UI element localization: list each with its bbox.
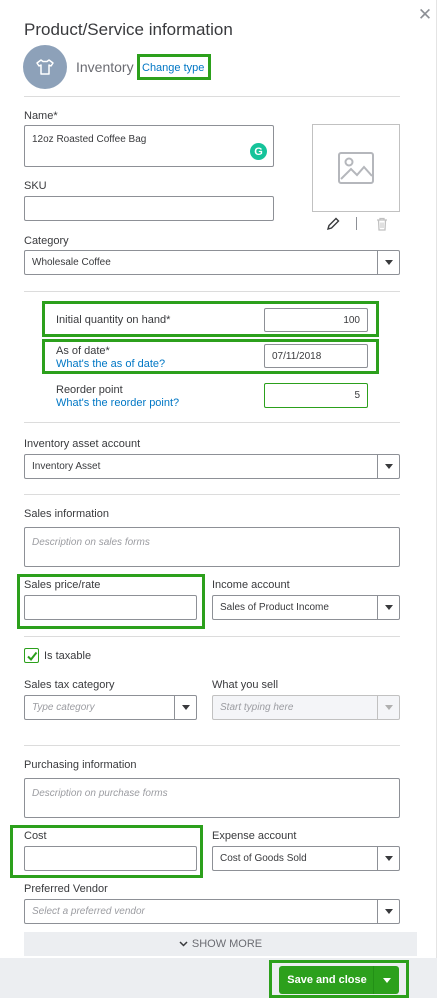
- chevron-down-icon[interactable]: [377, 900, 399, 923]
- name-label: Name*: [24, 110, 58, 122]
- cost-label: Cost: [24, 830, 47, 842]
- expense-account-select[interactable]: Cost of Goods Sold: [212, 846, 400, 871]
- asset-account-select[interactable]: Inventory Asset: [24, 454, 400, 479]
- tax-category-placeholder: Type category: [32, 702, 95, 713]
- divider: [24, 494, 400, 495]
- image-icon: [338, 152, 374, 184]
- name-value: 12oz Roasted Coffee Bag: [32, 134, 147, 145]
- what-you-sell-select: Start typing here: [212, 695, 400, 720]
- as-of-date-label: As of date*: [56, 345, 110, 357]
- trash-icon[interactable]: [374, 216, 390, 232]
- name-input[interactable]: 12oz Roasted Coffee Bag: [24, 125, 274, 167]
- purchase-description-textarea[interactable]: Description on purchase forms: [24, 778, 400, 818]
- expense-account-value: Cost of Goods Sold: [220, 853, 307, 864]
- shirt-icon: [36, 59, 54, 75]
- sales-price-label: Sales price/rate: [24, 579, 101, 591]
- show-more-label: SHOW MORE: [191, 938, 263, 950]
- chevron-down-icon: [382, 977, 391, 983]
- preferred-vendor-select[interactable]: Select a preferred vendor: [24, 899, 400, 924]
- sales-description-textarea[interactable]: Description on sales forms: [24, 527, 400, 567]
- cost-input[interactable]: [24, 846, 197, 871]
- income-account-value: Sales of Product Income: [220, 602, 329, 613]
- as-of-date-help-link[interactable]: What's the as of date?: [56, 358, 165, 370]
- divider: [24, 422, 400, 423]
- icon-separator: [356, 217, 357, 230]
- reorder-point-input[interactable]: 5: [264, 383, 368, 408]
- sku-label: SKU: [24, 180, 47, 192]
- product-service-panel: Product/Service information ✕ Inventory …: [0, 0, 437, 998]
- chevron-down-icon[interactable]: [377, 847, 399, 870]
- divider: [24, 745, 400, 746]
- sales-price-input[interactable]: [24, 595, 197, 620]
- close-icon[interactable]: ✕: [417, 6, 433, 24]
- asset-account-label: Inventory asset account: [24, 438, 141, 450]
- chevron-down-icon: [179, 941, 188, 947]
- save-and-close-button[interactable]: Save and close: [279, 966, 399, 994]
- checkmark-icon: [26, 651, 37, 661]
- chevron-down-icon[interactable]: [377, 596, 399, 619]
- grammarly-icon[interactable]: G: [250, 143, 267, 160]
- is-taxable-checkbox[interactable]: [24, 648, 39, 663]
- what-you-sell-placeholder: Start typing here: [220, 702, 294, 713]
- category-select[interactable]: Wholesale Coffee: [24, 250, 400, 275]
- save-and-close-label: Save and close: [287, 974, 367, 986]
- sales-info-heading: Sales information: [24, 508, 109, 520]
- change-type-link[interactable]: Change type: [142, 62, 204, 74]
- divider: [24, 636, 400, 637]
- asset-account-value: Inventory Asset: [32, 461, 101, 472]
- tax-category-label: Sales tax category: [24, 679, 115, 691]
- chevron-down-icon[interactable]: [377, 455, 399, 478]
- divider: [24, 96, 400, 97]
- reorder-point-help-link[interactable]: What's the reorder point?: [56, 397, 179, 409]
- tax-category-select[interactable]: Type category: [24, 695, 197, 720]
- initial-qty-input[interactable]: 100: [264, 308, 368, 332]
- preferred-vendor-label: Preferred Vendor: [24, 883, 108, 895]
- as-of-date-input[interactable]: 07/11/2018: [264, 344, 368, 368]
- item-type-label: Inventory: [76, 59, 134, 75]
- income-account-select[interactable]: Sales of Product Income: [212, 595, 400, 620]
- reorder-point-label: Reorder point: [56, 384, 123, 396]
- show-more-button[interactable]: SHOW MORE: [24, 932, 417, 956]
- chevron-down-icon: [377, 696, 399, 719]
- product-image-placeholder[interactable]: [312, 124, 400, 212]
- income-account-label: Income account: [212, 579, 290, 591]
- expense-account-label: Expense account: [212, 830, 297, 842]
- category-label: Category: [24, 235, 69, 247]
- preferred-vendor-placeholder: Select a preferred vendor: [32, 906, 145, 917]
- chevron-down-icon[interactable]: [174, 696, 196, 719]
- save-options-dropdown[interactable]: [373, 966, 399, 994]
- divider: [24, 291, 400, 292]
- initial-qty-label: Initial quantity on hand*: [56, 314, 171, 326]
- chevron-down-icon[interactable]: [377, 251, 399, 274]
- edit-pencil-icon[interactable]: [325, 216, 341, 232]
- category-value: Wholesale Coffee: [32, 257, 111, 268]
- scrollbar[interactable]: [437, 0, 447, 998]
- what-you-sell-label: What you sell: [212, 679, 279, 691]
- panel-title: Product/Service information: [24, 20, 233, 39]
- sku-input[interactable]: [24, 196, 274, 221]
- purchasing-info-heading: Purchasing information: [24, 759, 137, 771]
- is-taxable-label: Is taxable: [44, 650, 92, 662]
- inventory-type-icon: [23, 45, 67, 89]
